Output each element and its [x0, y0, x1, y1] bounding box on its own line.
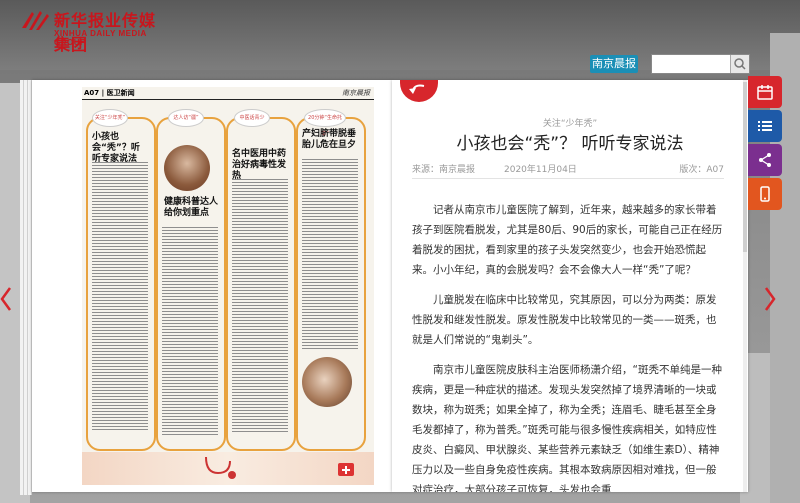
story-text-block	[92, 162, 148, 432]
share-button[interactable]	[748, 144, 782, 176]
story-tag: 关注“少年秃”	[92, 109, 128, 127]
article-scrollbar[interactable]	[743, 80, 747, 492]
share-icon	[759, 153, 771, 167]
page-label: A07 | 医卫新闻	[84, 89, 135, 97]
brand-name-en: XINHUA DAILY MEDIA GROUP	[54, 29, 147, 47]
paper-selector-button[interactable]: 南京晨报	[590, 55, 638, 73]
prev-page-arrow-icon[interactable]	[0, 286, 12, 312]
search-icon	[734, 58, 746, 70]
epaper-book: A07 | 医卫新闻 南京晨报 关注“少年秃” 小孩也会“秃”？听听专家说法 达…	[20, 80, 748, 495]
article-paragraph: 儿童脱发在临床中比较常见，究其原因，可以分为两类：原发性脱发和继发性脱发。原发性…	[412, 294, 717, 346]
story-text-block	[302, 159, 358, 349]
search-input[interactable]	[654, 56, 728, 70]
search-button[interactable]	[730, 55, 749, 73]
catalog-button[interactable]	[748, 110, 782, 142]
article-paragraph: 南京市儿童医院皮肤科主治医师杨潇介绍，“斑秃不单纯是一种疾病，更是一种症状的描述…	[412, 364, 722, 492]
article-edition: 版次：A07	[679, 165, 724, 175]
story-text-block	[162, 227, 218, 437]
article-kicker: 关注“少年秃”	[542, 119, 598, 129]
search-box	[651, 54, 750, 74]
calendar-icon	[757, 85, 773, 100]
story-headline[interactable]: 健康科普达人给你划重点	[164, 197, 220, 219]
masthead: 南京晨报	[342, 89, 370, 97]
mobile-button[interactable]	[748, 178, 782, 210]
article-title: 小孩也会“秃”？ 听听专家说法	[456, 134, 684, 154]
article-date: 2020年11月04日	[504, 165, 577, 175]
first-aid-icon	[338, 463, 354, 476]
newspaper-page-panel: A07 | 医卫新闻 南京晨报 关注“少年秃” 小孩也会“秃”？听听专家说法 达…	[32, 80, 392, 492]
newspaper-page-header: A07 | 医卫新闻 南京晨报	[82, 87, 374, 100]
scrollbar-thumb[interactable]	[743, 82, 747, 252]
newspaper-page-thumbnail[interactable]: A07 | 医卫新闻 南京晨报 关注“少年秃” 小孩也会“秃”？听听专家说法 达…	[82, 87, 374, 485]
story-headline[interactable]: 名中医用中药治好病毒性发热	[232, 149, 288, 182]
story-tag: 中医话青少	[234, 109, 270, 127]
back-button[interactable]	[400, 80, 438, 102]
brand-logo[interactable]: 新华报业传媒集团 XINHUA DAILY MEDIA GROUP	[20, 6, 170, 54]
story-photo	[164, 145, 210, 191]
calendar-button[interactable]	[748, 76, 782, 108]
stethoscope-icon	[205, 456, 236, 479]
article-source: 来源：南京晨报	[412, 165, 476, 175]
story-tag: 20分钟“生命托举”	[304, 109, 346, 137]
logo-mark-icon	[22, 11, 49, 30]
story-tag: 达人访“疆”	[168, 109, 204, 127]
story-photo	[302, 357, 352, 407]
list-icon	[758, 121, 772, 131]
story-headline[interactable]: 产妇脐带脱垂胎儿危在旦夕	[302, 129, 360, 151]
mobile-icon	[760, 186, 770, 202]
story-text-block	[232, 179, 288, 434]
article-paragraph: 记者从南京市儿童医院了解到，近年来，越来越多的家长带着孩子到医院看脱发，尤其是8…	[412, 204, 723, 276]
article-body: 记者从南京市儿童医院了解到，近年来，越来越多的家长带着孩子到医院看脱发，尤其是8…	[412, 200, 724, 492]
next-page-arrow-icon[interactable]	[764, 286, 776, 312]
article-meta: 来源：南京晨报 2020年11月04日 版次：A07	[412, 162, 724, 179]
return-arrow-icon	[409, 84, 425, 94]
article-panel: 关注“少年秃” 小孩也会“秃”？ 听听专家说法 来源：南京晨报 2020年11月…	[392, 80, 748, 492]
story-headline[interactable]: 小孩也会“秃”？听听专家说法	[92, 132, 148, 165]
page-stack-edge	[20, 80, 32, 495]
